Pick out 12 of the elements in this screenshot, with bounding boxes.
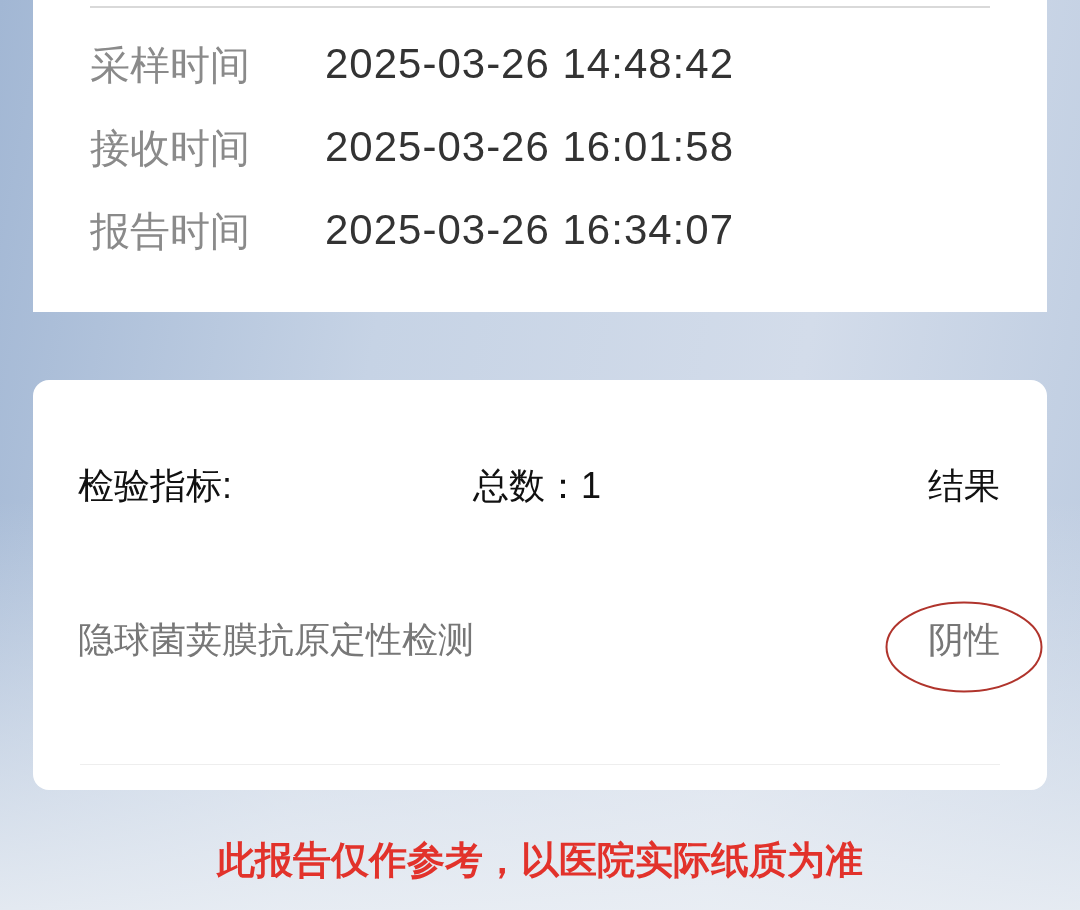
column-heading: 结果 <box>928 464 1000 508</box>
result-value: 阴性 <box>928 618 1000 662</box>
field-label: 接收时间 <box>90 124 251 172</box>
field-label: 采样时间 <box>90 41 251 89</box>
timestamp-value: 2025-03-26 14:48:42 <box>325 39 734 90</box>
timestamp-value: 2025-03-26 16:34:07 <box>325 205 734 256</box>
test-name: 隐球菌荚膜抗原定性检测 <box>78 618 475 662</box>
field-label: 报告时间 <box>90 207 251 255</box>
section-title: 检验指标: <box>78 464 233 508</box>
timestamp-value: 2025-03-26 16:01:58 <box>325 122 734 173</box>
total-count: 总数：1 <box>473 464 603 508</box>
disclaimer-text: 此报告仅作参考，以医院实际纸质为准 <box>215 838 864 883</box>
